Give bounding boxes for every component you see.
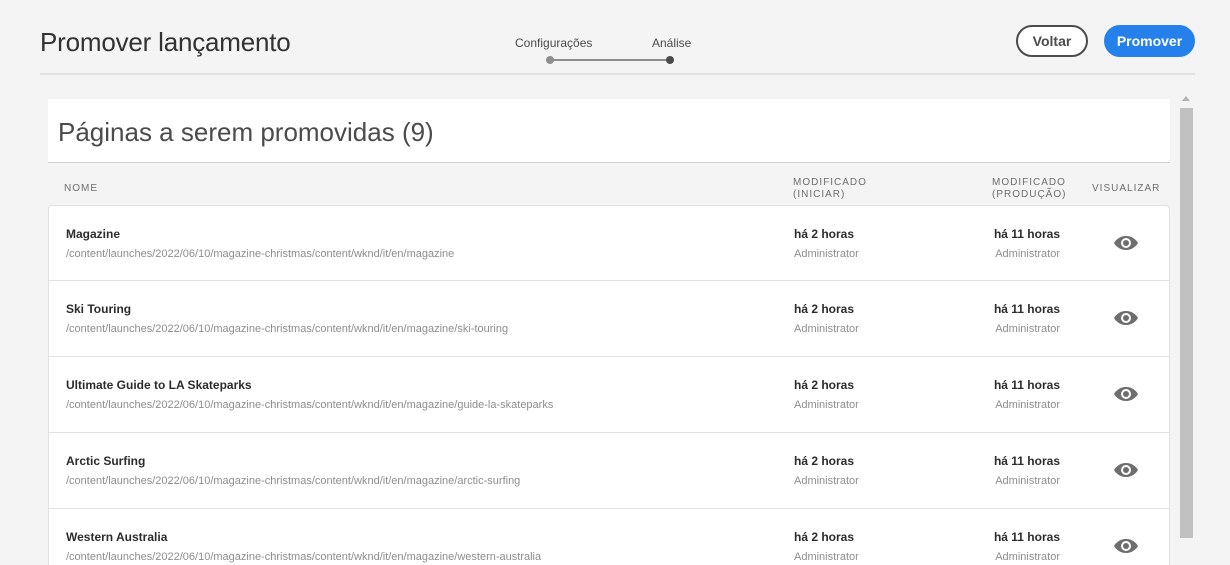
modified-production-by: Administrator [995,475,1060,487]
table-row[interactable]: Magazine/content/launches/2022/06/10/mag… [48,205,1170,281]
step-dot-review [666,56,674,64]
eye-icon[interactable] [1113,234,1139,252]
modified-production-time: há 11 horas [993,302,1060,316]
step-connector [550,59,670,61]
modified-launch-time: há 2 horas [794,302,855,316]
page-path-cell: /content/launches/2022/06/10/magazine-ch… [66,551,542,563]
panel-header: Páginas a serem promovidas (9) [48,99,1170,163]
pages-table-body: Magazine/content/launches/2022/06/10/mag… [48,205,1170,565]
page-path-cell: /content/launches/2022/06/10/magazine-ch… [66,475,521,487]
modified-launch-time: há 2 horas [794,227,855,241]
step-label-review: Análise [652,36,692,50]
modified-production-by: Administrator [995,399,1060,411]
page-title-cell: Western Australia [66,530,168,544]
scroll-up-arrow-icon[interactable] [1182,96,1190,101]
wizard-header: Promover lançamento Configurações Anális… [0,0,1230,90]
table-row[interactable]: Ultimate Guide to LA Skateparks/content/… [48,357,1170,433]
modified-launch-time: há 2 horas [794,454,855,468]
column-header-modified-production[interactable]: MODIFICADO (PRODUÇÃO) [992,177,1092,201]
column-header-name[interactable]: NOME [64,183,98,195]
modified-launch-by: Administrator [794,399,859,411]
promote-button[interactable]: Promover [1104,25,1195,57]
page-title-cell: Magazine [66,227,121,241]
pages-panel: Páginas a serem promovidas (9) NOME MODI… [48,99,1170,565]
scrollbar-thumb[interactable] [1180,108,1193,538]
modified-production-time: há 11 horas [993,530,1060,544]
wizard-steps: Configurações Análise [510,34,700,74]
eye-icon[interactable] [1113,309,1139,327]
table-row[interactable]: Ski Touring/content/launches/2022/06/10/… [48,281,1170,357]
modified-launch-time: há 2 horas [794,530,855,544]
modified-production-time: há 11 horas [993,454,1060,468]
modified-launch-by: Administrator [794,475,859,487]
header-divider [40,73,1195,75]
table-row[interactable]: Western Australia/content/launches/2022/… [48,509,1170,565]
eye-icon[interactable] [1113,537,1139,555]
modified-launch-by: Administrator [794,323,859,335]
table-row[interactable]: Arctic Surfing/content/launches/2022/06/… [48,433,1170,509]
modified-launch-by: Administrator [794,248,859,260]
eye-icon[interactable] [1113,385,1139,403]
page-title-cell: Arctic Surfing [66,454,146,468]
column-header-view: VISUALIZAR [1092,183,1161,194]
page-path-cell: /content/launches/2022/06/10/magazine-ch… [66,248,455,260]
modified-production-time: há 11 horas [993,227,1060,241]
modified-production-by: Administrator [995,248,1060,260]
modified-production-by: Administrator [995,551,1060,563]
table-header: NOME MODIFICADO (INICIAR) MODIFICADO (PR… [48,171,1170,205]
page-title-cell: Ultimate Guide to LA Skateparks [66,378,252,392]
page-path-cell: /content/launches/2022/06/10/magazine-ch… [66,323,509,335]
page-path-cell: /content/launches/2022/06/10/magazine-ch… [66,399,554,411]
page-title: Promover lançamento [40,27,291,57]
scrollbar[interactable] [1178,92,1195,565]
modified-production-by: Administrator [995,323,1060,335]
back-button[interactable]: Voltar [1016,25,1088,57]
modified-launch-time: há 2 horas [794,378,855,392]
column-header-modified-launch[interactable]: MODIFICADO (INICIAR) [793,177,893,201]
modified-launch-by: Administrator [794,551,859,563]
panel-title: Páginas a serem promovidas (9) [58,117,434,147]
modified-production-time: há 11 horas [993,378,1060,392]
page-title-cell: Ski Touring [66,302,132,316]
step-dot-settings[interactable] [546,56,554,64]
step-label-settings: Configurações [515,36,593,50]
eye-icon[interactable] [1113,461,1139,479]
